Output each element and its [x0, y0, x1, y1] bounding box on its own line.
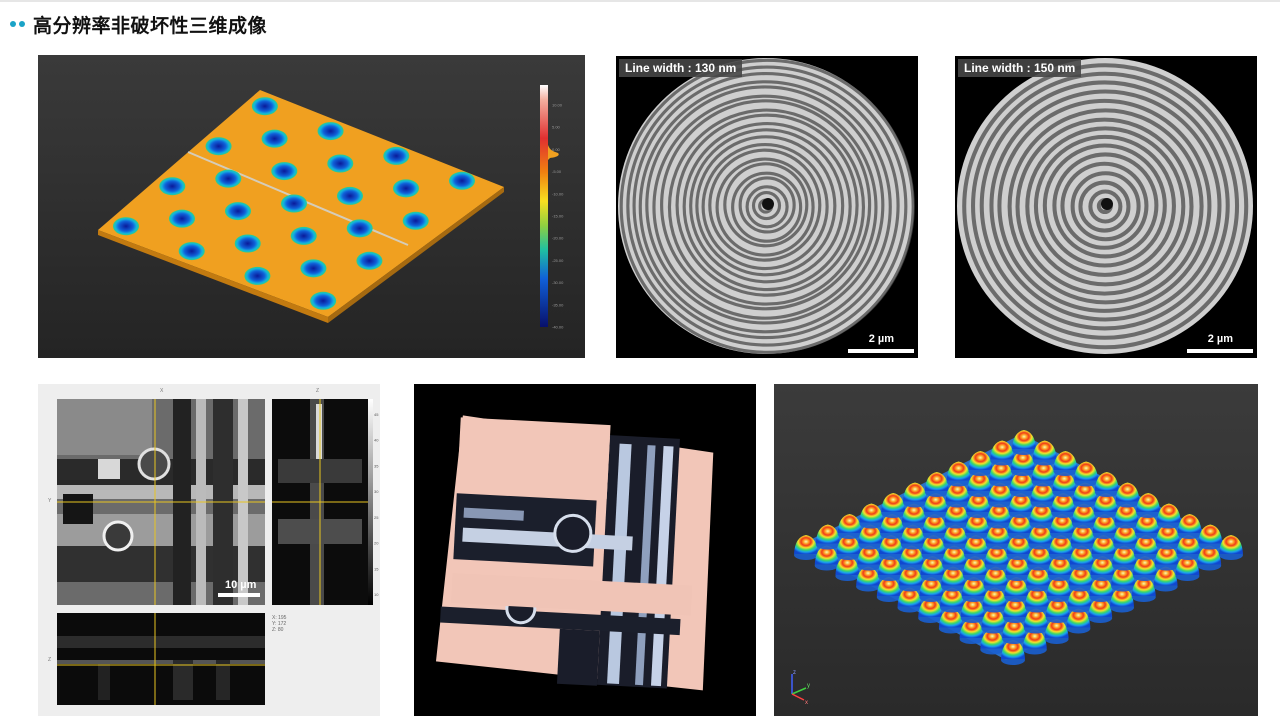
colorbar-tick: 10.00: [552, 103, 563, 108]
axis-z2-label: Z: [48, 657, 51, 663]
ring-image-130nm: Line width : 130 nm 2 µm: [616, 56, 918, 358]
colorbar-tick: 20: [374, 541, 379, 546]
pit-marker: [159, 177, 186, 196]
pit-marker: [261, 129, 288, 148]
colorbar-tick: -20.00: [552, 236, 564, 241]
xz-slice: [57, 613, 265, 705]
pit-marker: [225, 202, 251, 221]
dome: [1012, 430, 1036, 449]
pit-marker: [383, 146, 410, 165]
colorbar-tick: 25: [374, 515, 379, 520]
dome: [1219, 535, 1243, 554]
pit-marker: [215, 169, 242, 188]
orthoslice-viewer: X Z Y Z 10 µm 45 40 35 30 25 20 15 10 X:…: [38, 384, 380, 716]
scale-label: 10 µm: [225, 579, 257, 591]
pit-marker: [271, 162, 298, 181]
colorbar: [540, 85, 548, 327]
pit-marker: [346, 219, 373, 238]
pit-marker: [251, 97, 278, 116]
colorbar-tick: -10.00: [552, 191, 564, 196]
pit-marker: [113, 217, 139, 236]
axis-x-label: X: [160, 388, 164, 394]
pit-marker: [356, 251, 383, 270]
colorbar-tick: -35.00: [552, 302, 564, 307]
pit-marker: [169, 209, 195, 228]
colorbar-tick: 35: [374, 463, 379, 468]
scale-label: 2 µm: [1207, 333, 1233, 345]
grayscale-colorbar: [368, 399, 373, 605]
pit-marker: [393, 179, 419, 198]
colorbar-tick: 10: [374, 592, 379, 597]
pit-marker: [205, 137, 232, 156]
axis-x-letter: x: [805, 700, 808, 706]
colorbar-tick: -5.00: [552, 169, 562, 174]
dome-array-3d: z y x: [774, 384, 1258, 716]
pit-marker: [402, 211, 429, 230]
colorbar-tick: 0.00: [552, 147, 561, 152]
pit-marker: [244, 266, 271, 285]
axis-z-letter: z: [793, 670, 796, 676]
coord-z: Z: 80: [272, 627, 284, 633]
pit-marker: [281, 194, 307, 213]
colorbar-tick: -15.00: [552, 214, 564, 219]
colorbar-tick: 40: [374, 438, 379, 443]
scale-bar: [848, 349, 914, 353]
xy-slice: 10 µm: [57, 399, 265, 605]
pit-marker: [337, 186, 363, 205]
scale-label: 2 µm: [868, 333, 894, 345]
yz-slice: [272, 399, 368, 605]
pit-marker: [178, 242, 205, 261]
dome: [1177, 514, 1202, 533]
top-divider: [0, 0, 1280, 2]
axis-triad-icon: z y x: [791, 670, 810, 706]
page-header: 高分辨率非破坏性三维成像: [10, 10, 267, 38]
scale-bar: [1187, 349, 1253, 353]
surface-height-map: 10.00 5.00 0.00 -5.00 -10.00 -15.00 -20.00 -25.…: [38, 55, 585, 358]
dome: [1136, 493, 1161, 512]
colorbar-tick: -30.00: [552, 280, 564, 285]
bullet-dots-icon: [10, 21, 25, 27]
pit-marker: [449, 171, 475, 190]
pit-marker: [234, 234, 261, 253]
center-defect: [1101, 198, 1113, 210]
pit-marker: [310, 291, 337, 310]
colorbar-tick: -25.00: [552, 258, 564, 263]
line-width-label: Line width : 150 nm: [958, 59, 1082, 77]
axis-y-letter: y: [807, 683, 810, 689]
colorbar-tick: 5.00: [552, 125, 561, 130]
colorbar-tick: -40.00: [552, 325, 564, 330]
axis-z-label: Z: [316, 388, 319, 394]
colorbar-tick: 45: [374, 412, 379, 417]
axis-y-label: Y: [48, 498, 52, 504]
line-width-label: Line width : 130 nm: [619, 59, 743, 77]
pit-marker: [327, 154, 354, 173]
center-defect: [762, 198, 774, 210]
pit-marker: [317, 122, 344, 141]
ring-image-150nm: Line width : 150 nm 2 µm: [955, 56, 1257, 358]
rendered-3d-structure: [414, 384, 756, 716]
colorbar-tick: 15: [374, 566, 379, 571]
pit-marker: [300, 259, 327, 278]
pit-marker: [290, 226, 317, 245]
dome: [1198, 524, 1223, 544]
dome: [1156, 503, 1181, 523]
page-title: 高分辨率非破坏性三维成像: [33, 14, 268, 37]
colorbar-tick: 30: [374, 489, 379, 494]
